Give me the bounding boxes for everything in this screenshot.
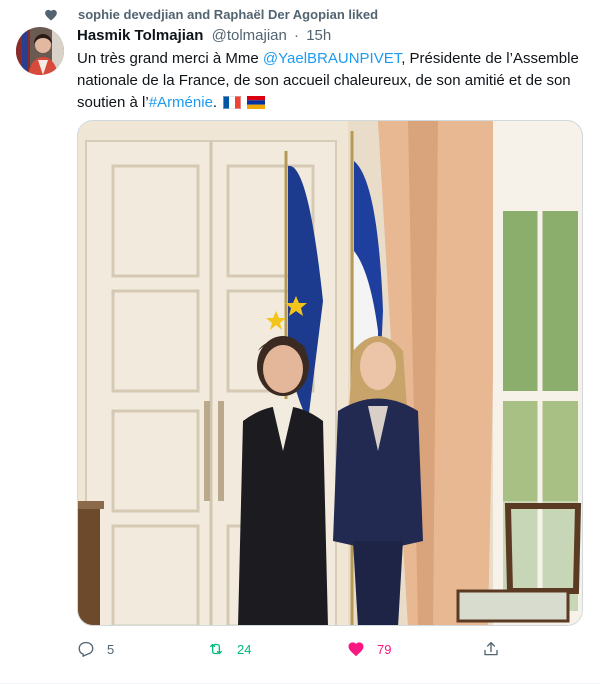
retweet-icon	[210, 643, 222, 655]
france-flag-icon	[223, 96, 242, 109]
share-button[interactable]	[482, 636, 500, 662]
avatar[interactable]	[16, 27, 64, 75]
tweet-text-part3: .	[212, 94, 218, 111]
share-icon	[484, 641, 498, 656]
reply-button[interactable]: 5	[77, 636, 114, 662]
armenia-flag-icon	[247, 96, 266, 109]
tweet-actions: 5 24 79	[77, 636, 507, 662]
author-handle[interactable]: @tolmajian	[212, 27, 287, 44]
like-icon	[348, 642, 364, 657]
tweet-text: Un très grand merci à Mme @YaelBRAUNPIVE…	[77, 48, 587, 114]
mention-link[interactable]: @YaelBRAUNPIVET	[263, 50, 401, 67]
separator-dot: ·	[294, 27, 300, 44]
heart-icon	[45, 9, 57, 21]
social-context-text[interactable]: sophie devedjian and Raphaël Der Agopian…	[78, 7, 378, 22]
retweet-count: 24	[237, 641, 252, 657]
author-name[interactable]: Hasmik Tolmajian	[77, 27, 203, 44]
tweet-text-part1: Un très grand merci à Mme	[77, 50, 263, 67]
hashtag-link[interactable]: #Arménie	[149, 94, 213, 111]
tweet-header: Hasmik Tolmajian @tolmajian · 15h	[77, 26, 331, 46]
retweet-button[interactable]: 24	[207, 636, 251, 662]
like-button[interactable]: 79	[347, 636, 391, 662]
tweet-photo[interactable]	[77, 120, 583, 626]
reply-icon	[78, 641, 94, 658]
photo-image	[78, 121, 582, 625]
tweet-time[interactable]: 15h	[306, 27, 331, 44]
like-count: 79	[377, 641, 392, 657]
reply-count: 5	[107, 641, 115, 657]
tweet-card[interactable]: sophie devedjian and Raphaël Der Agopian…	[0, 0, 600, 684]
